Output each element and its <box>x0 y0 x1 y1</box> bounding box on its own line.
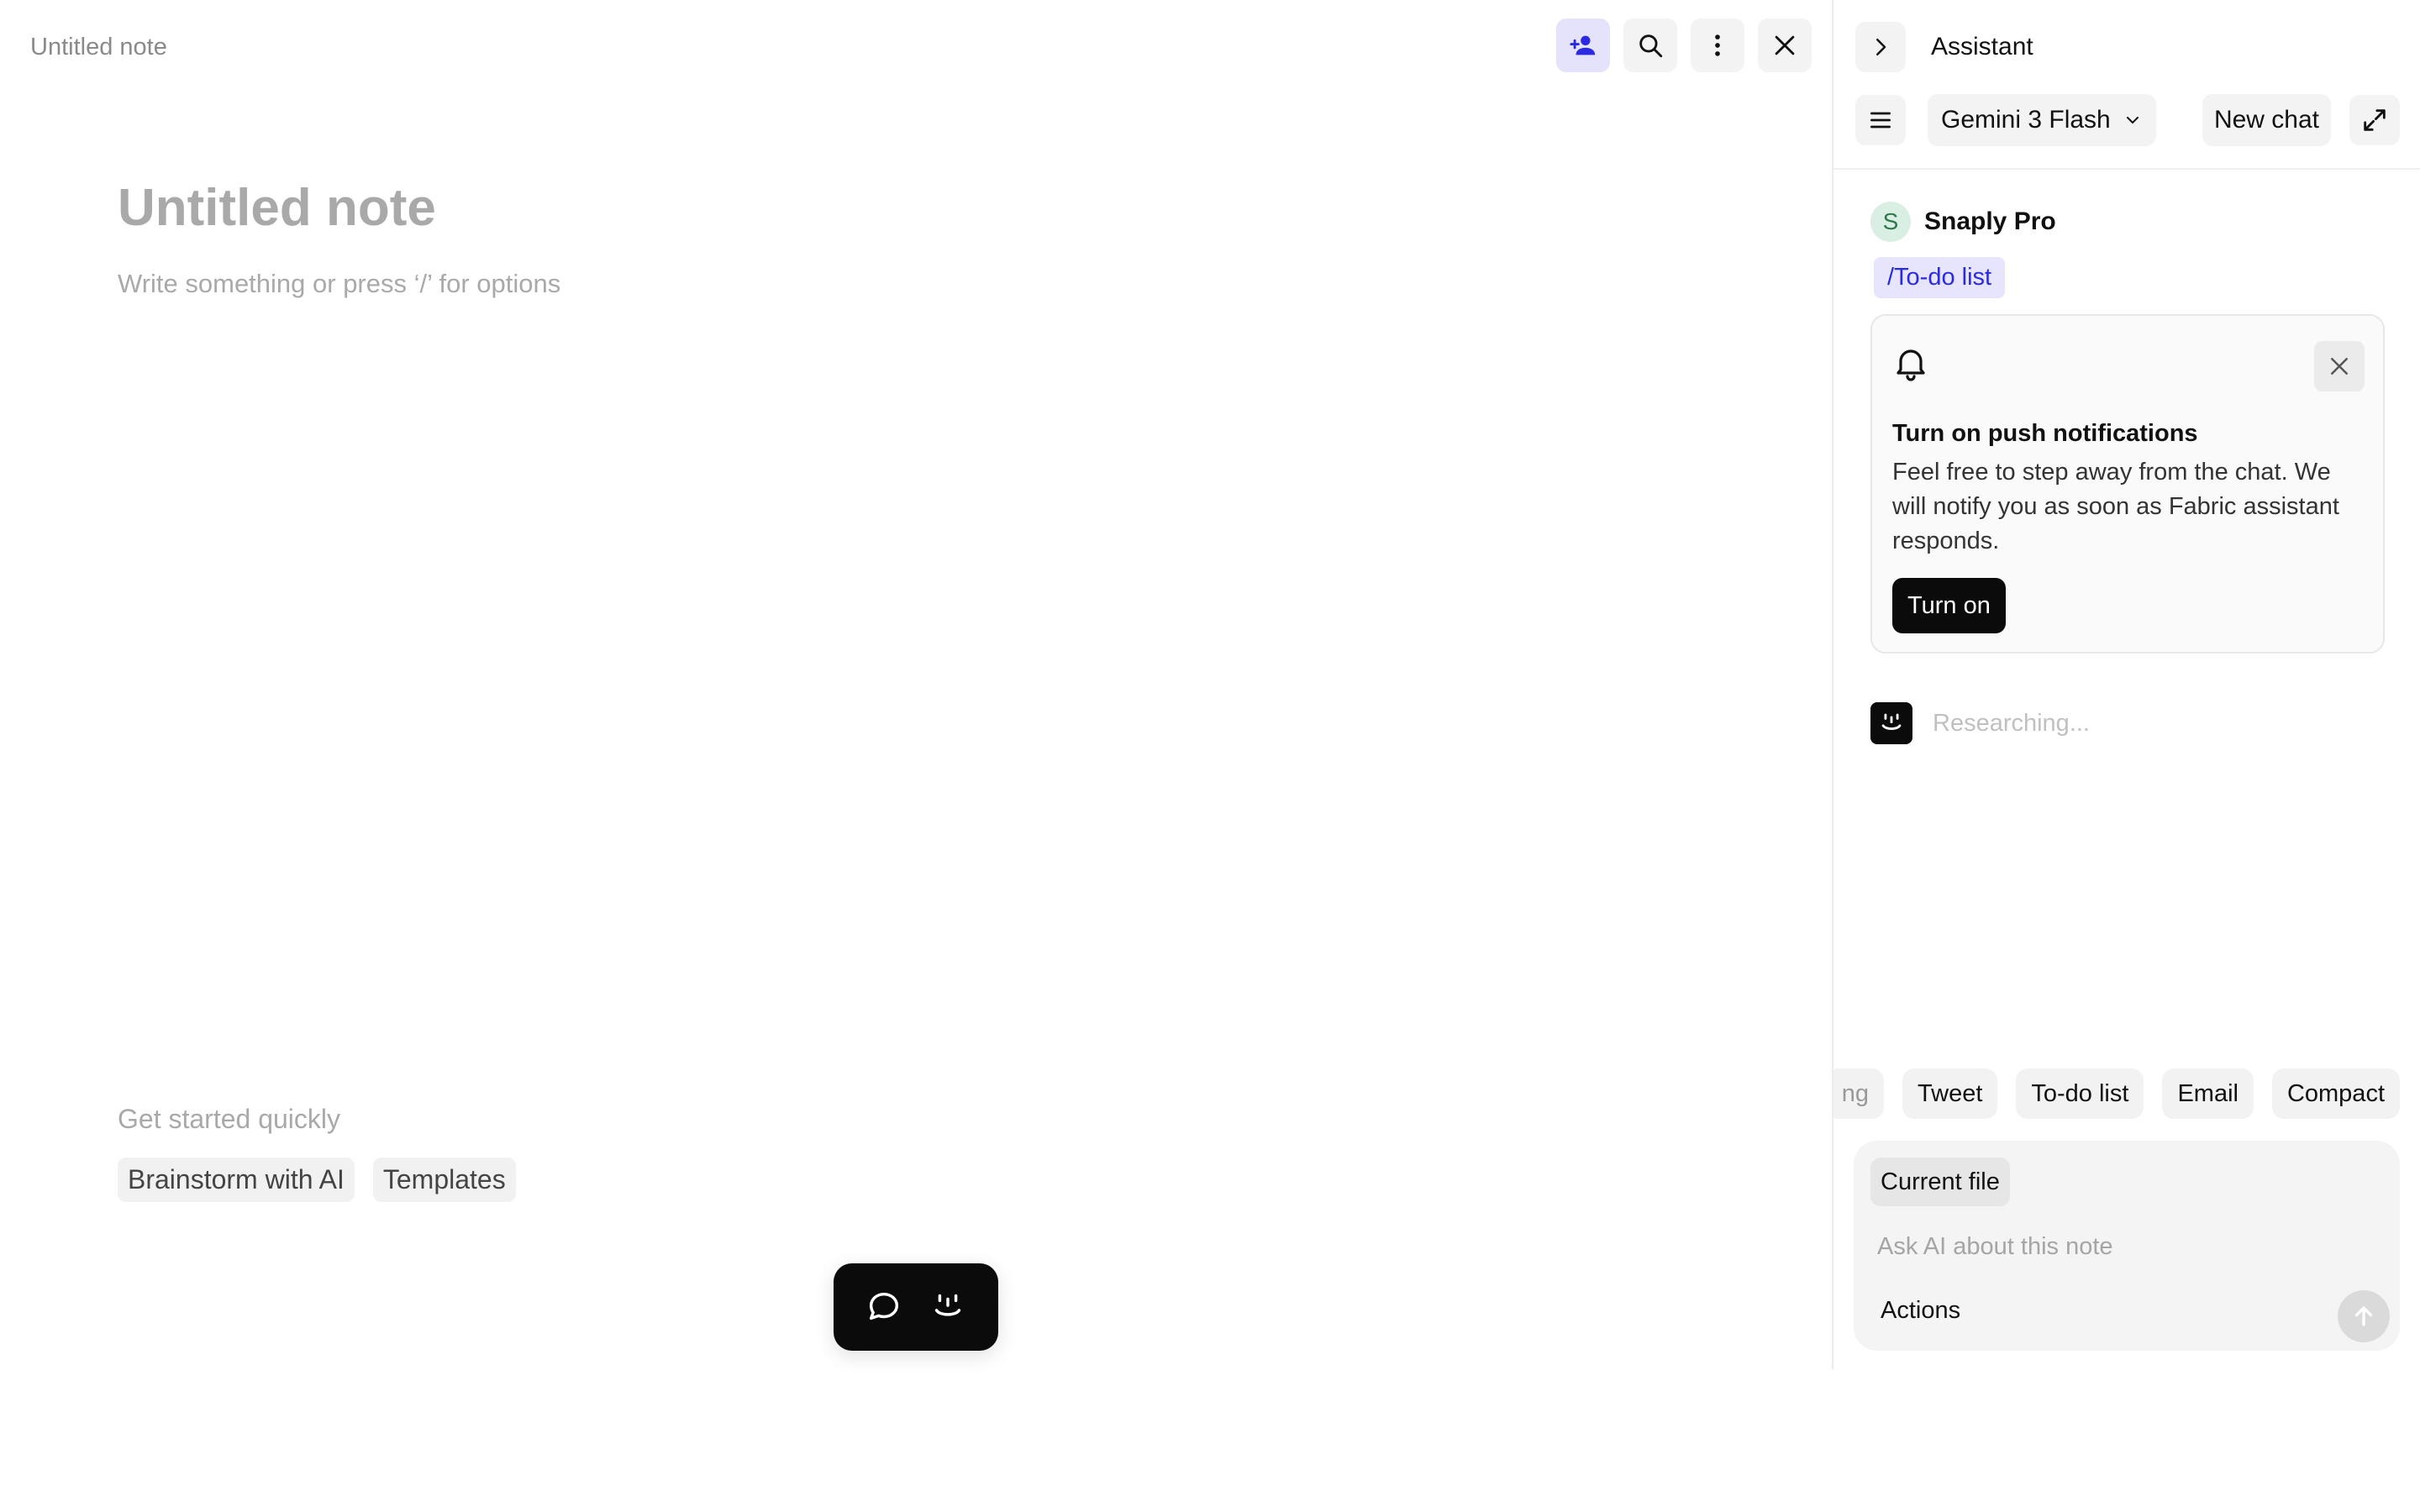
hamburger-menu-icon <box>1870 112 1891 129</box>
assistant-face-icon <box>1881 713 1902 730</box>
avatar: S <box>1870 202 1911 242</box>
share-person-icon <box>1570 35 1596 55</box>
note-body-placeholder[interactable]: Write something or press ‘/’ for options <box>118 269 560 299</box>
close-icon <box>2331 358 2348 375</box>
more-options-button[interactable] <box>1691 18 1744 72</box>
suggestion-chip[interactable]: Compact <box>2271 1068 2400 1119</box>
user-message-header: S Snaply Pro <box>1870 202 2056 242</box>
model-selector[interactable]: Gemini 3 Flash <box>1928 94 2156 146</box>
note-tab-title: Untitled note <box>30 34 167 60</box>
chevron-down-icon <box>2126 117 2139 123</box>
arrow-up-icon <box>2354 1306 2373 1326</box>
assistant-header: Assistant <box>1855 22 2033 72</box>
share-button[interactable] <box>1556 18 1610 72</box>
user-name: Snaply Pro <box>1924 207 2056 235</box>
assistant-panel: Assistant Gemini 3 Flash New chat S Snap… <box>1833 0 2420 1369</box>
collapse-panel-button[interactable] <box>1855 22 1906 72</box>
chat-composer: Current file Actions <box>1854 1141 2400 1351</box>
status-text: Researching... <box>1933 709 2090 737</box>
ask-ai-input[interactable] <box>1877 1233 2348 1261</box>
notification-title: Turn on push notifications <box>1892 420 2198 447</box>
expand-icon <box>2364 109 2386 131</box>
search-button[interactable] <box>1623 18 1677 72</box>
suggestion-chips: ng Tweet To-do list Email Compact <box>1833 1068 2420 1119</box>
close-icon <box>1775 35 1795 55</box>
chat-history-button[interactable] <box>1855 95 1906 145</box>
notification-body: Feel free to step away from the chat. We… <box>1892 459 2339 554</box>
new-chat-button[interactable]: New chat <box>2202 94 2331 146</box>
actions-button[interactable]: Actions <box>1881 1297 1960 1325</box>
brainstorm-with-ai-button[interactable]: Brainstorm with AI <box>118 1158 355 1202</box>
chevron-right-icon <box>1876 39 1886 55</box>
current-file-chip[interactable]: Current file <box>1870 1158 2010 1206</box>
editor-toolbar <box>1556 18 1812 72</box>
assistant-avatar <box>1870 702 1912 744</box>
command-tag: /To-do list <box>1874 257 2006 298</box>
suggestion-chip[interactable]: ng <box>1833 1068 1885 1119</box>
assistant-toolbar: Gemini 3 Flash New chat <box>1855 94 2400 146</box>
suggestion-chip[interactable]: Tweet <box>1902 1068 1998 1119</box>
bell-icon <box>1897 349 1925 381</box>
suggestion-chip[interactable]: Email <box>2162 1068 2254 1119</box>
note-title-field[interactable]: Untitled note <box>118 178 436 238</box>
model-name: Gemini 3 Flash <box>1941 106 2111 134</box>
dismiss-notification-button[interactable] <box>2314 341 2365 391</box>
header-separator <box>1833 168 2420 170</box>
chat-bubble-icon[interactable] <box>865 1288 903 1326</box>
search-icon <box>1639 34 1663 58</box>
turn-on-button[interactable]: Turn on <box>1892 578 2006 633</box>
templates-button[interactable]: Templates <box>372 1158 516 1202</box>
suggestion-chip[interactable]: To-do list <box>2016 1068 2144 1119</box>
push-notification-card: Turn on push notifications Feel free to … <box>1870 314 2385 654</box>
assistant-status: Researching... <box>1870 702 2090 744</box>
expand-panel-button[interactable] <box>2349 95 2400 145</box>
quick-actions: Brainstorm with AI Templates <box>118 1158 516 1202</box>
note-editor: Untitled note Untitled note Write someth… <box>0 0 1832 1369</box>
close-note-button[interactable] <box>1758 18 1812 72</box>
get-started-label: Get started quickly <box>118 1104 340 1134</box>
more-vertical-icon <box>1715 34 1720 56</box>
assistant-face-icon[interactable] <box>929 1288 967 1326</box>
assistant-title: Assistant <box>1931 33 2033 60</box>
floating-action-bar <box>834 1263 998 1351</box>
send-button[interactable] <box>2338 1290 2390 1342</box>
